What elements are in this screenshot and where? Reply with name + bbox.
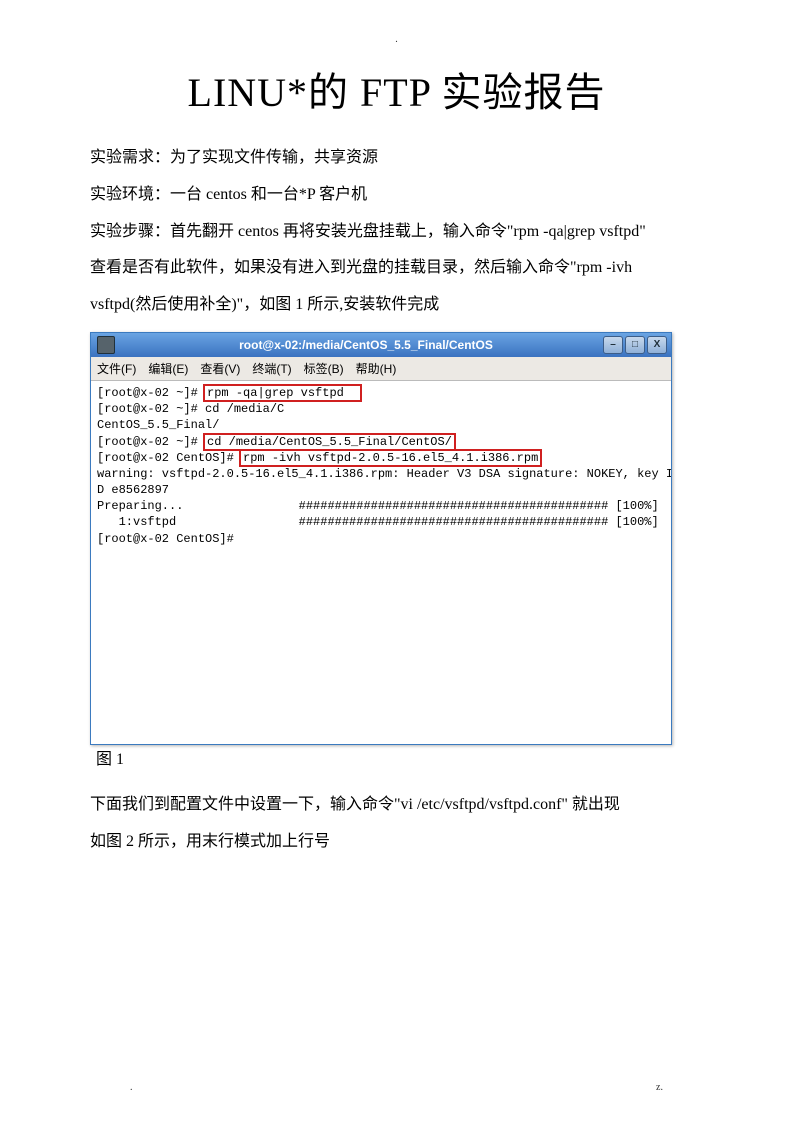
term-line-7: D e8562897 — [97, 483, 169, 497]
highlight-cmd-2: cd /media/CentOS_5.5_Final/CentOS/ — [205, 435, 454, 449]
para-steps-line1: 实验步骤：首先翻开 centos 再将安装光盘挂载上，输入命令"rpm -qa|… — [90, 214, 703, 251]
menu-terminal[interactable]: 终端(T) — [252, 360, 291, 377]
para-steps-line3: vsftpd(然后使用补全)"，如图 1 所示,安装软件完成 — [90, 287, 703, 324]
term-line-6: warning: vsftpd-2.0.5-16.el5_4.1.i386.rp… — [97, 467, 671, 481]
para-config-line1: 下面我们到配置文件中设置一下，输入命令"vi /etc/vsftpd/vsftp… — [90, 787, 703, 824]
figure-1-label: 图 1 — [96, 745, 124, 769]
term-line-8: Preparing... ###########################… — [97, 499, 659, 513]
term-line-10: [root@x-02 CentOS]# — [97, 532, 241, 546]
top-marker: . — [395, 34, 398, 45]
term-line-4a: [root@x-02 ~]# — [97, 435, 205, 449]
menu-view[interactable]: 查看(V) — [200, 360, 240, 377]
term-line-5a: [root@x-02 CentOS]# — [97, 451, 241, 465]
footer-dot: . — [130, 1082, 133, 1093]
window-titlebar: root@x-02:/media/CentOS_5.5_Final/CentOS… — [91, 333, 671, 357]
para-environment: 实验环境：一台 centos 和一台*P 客户机 — [90, 177, 703, 214]
term-line-9: 1:vsftpd ###############################… — [97, 515, 659, 529]
para-config-line2: 如图 2 所示，用末行模式加上行号 — [90, 824, 703, 861]
menubar: 文件(F) 编辑(E) 查看(V) 终端(T) 标签(B) 帮助(H) — [91, 357, 671, 381]
term-line-2: [root@x-02 ~]# cd /media/C — [97, 402, 284, 416]
menu-tabs[interactable]: 标签(B) — [304, 360, 344, 377]
page-title: LINU*的 FTP 实验报告 — [90, 60, 703, 118]
term-line-1a: [root@x-02 ~]# — [97, 386, 205, 400]
footer-z: z. — [656, 1082, 663, 1093]
menu-edit[interactable]: 编辑(E) — [148, 360, 188, 377]
highlight-cmd-3: rpm -ivh vsftpd-2.0.5-16.el5_4.1.i386.rp… — [241, 451, 540, 465]
menu-help[interactable]: 帮助(H) — [356, 360, 397, 377]
window-title: root@x-02:/media/CentOS_5.5_Final/CentOS — [121, 338, 671, 352]
para-steps-line2: 查看是否有此软件，如果没有进入到光盘的挂载目录，然后输入命令"rpm -ivh — [90, 250, 703, 287]
para-requirement: 实验需求：为了实现文件传输，共享资源 — [90, 140, 703, 177]
maximize-button[interactable]: □ — [625, 336, 645, 354]
menu-file[interactable]: 文件(F) — [97, 360, 136, 377]
close-button[interactable]: X — [647, 336, 667, 354]
highlight-cmd-1: rpm -qa|grep vsftpd — [205, 386, 360, 400]
minimize-button[interactable]: – — [603, 336, 623, 354]
terminal-icon — [97, 336, 115, 354]
term-line-3: CentOS_5.5_Final/ — [97, 418, 219, 432]
terminal-body[interactable]: [root@x-02 ~]# rpm -qa|grep vsftpd [root… — [91, 381, 671, 744]
terminal-window: root@x-02:/media/CentOS_5.5_Final/CentOS… — [90, 332, 672, 745]
